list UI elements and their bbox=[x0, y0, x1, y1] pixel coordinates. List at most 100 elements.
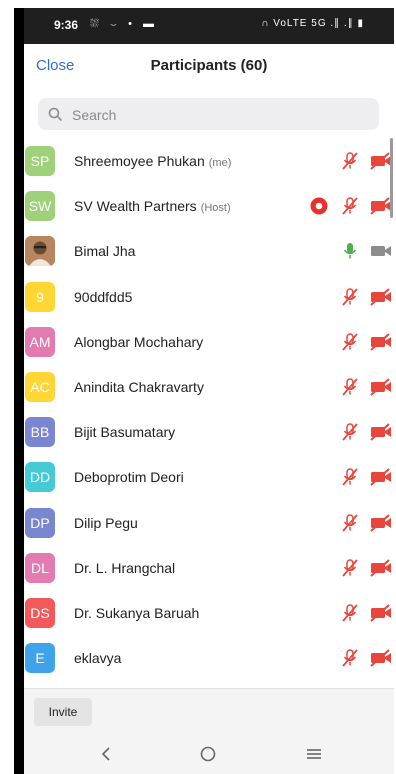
participant-name-wrap: eklavya bbox=[74, 650, 121, 666]
participant-name-wrap: 90ddfdd5 bbox=[74, 289, 132, 305]
avatar-initials: BB bbox=[30, 424, 50, 441]
microphone-muted-icon bbox=[340, 513, 360, 538]
back-icon[interactable] bbox=[96, 744, 116, 767]
avatar-initials: DP bbox=[30, 514, 50, 531]
phone-frame: 9:36 ⛆ ⌣ • ▬ ∩ VoLTE 5G .∥ .∥ ▮ Close Pa… bbox=[14, 8, 394, 774]
video-camera-off-icon bbox=[369, 603, 393, 628]
participant-name-wrap: Dr. Sukanya Baruah bbox=[74, 605, 199, 621]
participant-row[interactable]: Eeklavya bbox=[24, 635, 394, 680]
avatar: BB bbox=[25, 417, 55, 448]
participant-row[interactable]: DD Deboprotim Deori bbox=[24, 454, 394, 499]
avatar: 9 bbox=[25, 281, 55, 312]
participant-role-tag: (me) bbox=[208, 157, 232, 169]
video-camera-off-icon bbox=[369, 648, 393, 673]
avatar-initials: SP bbox=[30, 153, 50, 169]
status-time: 9:36 bbox=[54, 18, 79, 32]
avatar: E bbox=[25, 643, 55, 674]
participant-name: SV Wealth Partners bbox=[74, 198, 197, 215]
search-input[interactable] bbox=[70, 98, 374, 132]
participant-row[interactable]: SP Shreemoyee Phukan (me) bbox=[24, 138, 394, 183]
participant-name: Dr. Sukanya Baruah bbox=[74, 605, 200, 621]
participant-name: Bimal Jha bbox=[74, 243, 136, 260]
participants-header: Close Participants (60) bbox=[24, 44, 394, 88]
recents-icon[interactable] bbox=[304, 744, 324, 767]
avatar-initials: SW bbox=[28, 198, 52, 215]
avatar-initials: 9 bbox=[36, 288, 44, 305]
participant-name-wrap: Deboprotim Deori bbox=[74, 469, 184, 485]
list-scrollbar[interactable] bbox=[390, 138, 393, 218]
participant-row[interactable]: 9 90ddfdd5 bbox=[24, 274, 394, 319]
status-notification-icons: ⛆ ⌣ • ▬ bbox=[90, 18, 159, 30]
participant-row[interactable]: Bimal Jha bbox=[24, 228, 394, 273]
participant-row[interactable]: DL Dr. L. Hrangchal bbox=[24, 545, 394, 590]
avatar bbox=[25, 236, 55, 267]
search-bar[interactable] bbox=[38, 98, 379, 132]
status-system-icons: ∩ VoLTE 5G .∥ .∥ ▮ bbox=[261, 18, 364, 29]
participant-name: Dilip Pegu bbox=[74, 514, 138, 531]
participant-row[interactable]: SW SV Wealth Partners (Host) bbox=[24, 183, 394, 228]
page-title: Participants (60) bbox=[150, 57, 268, 74]
video-camera-off-icon bbox=[369, 332, 393, 357]
avatar: DP bbox=[25, 507, 55, 538]
microphone-muted-icon bbox=[340, 648, 360, 673]
participant-row[interactable]: AM Alongbar Mochahary bbox=[24, 319, 394, 364]
participant-row[interactable] bbox=[24, 680, 394, 688]
home-icon[interactable] bbox=[198, 744, 218, 767]
participant-name-wrap: Bijit Basumatary bbox=[74, 424, 175, 440]
avatar: DL bbox=[25, 552, 55, 583]
video-camera-off-icon bbox=[369, 287, 393, 312]
participant-row[interactable]: BB Bijit Basumatary bbox=[24, 409, 394, 454]
video-camera-off-icon bbox=[369, 422, 393, 447]
microphone-muted-icon bbox=[340, 377, 360, 402]
participant-row[interactable]: DP Dilip Pegu bbox=[24, 500, 394, 545]
bottom-bar: Invite bbox=[24, 688, 394, 737]
participant-name: Anindita Chakravarty bbox=[74, 379, 204, 395]
participant-name-wrap: Bimal Jha bbox=[74, 243, 135, 259]
participant-name: 90ddfdd5 bbox=[74, 288, 133, 305]
participant-name: Bijit Basumatary bbox=[74, 424, 176, 441]
avatar-initials: AM bbox=[29, 333, 51, 350]
microphone-muted-icon bbox=[340, 287, 360, 312]
participant-role-tag: (Host) bbox=[200, 202, 231, 215]
avatar-initials: DD bbox=[29, 469, 51, 486]
participant-name: Dr. L. Hrangchal bbox=[74, 559, 176, 576]
avatar: AC bbox=[25, 372, 55, 402]
participant-name-wrap: Alongbar Mochahary bbox=[74, 334, 203, 350]
participant-name-wrap: Dilip Pegu bbox=[74, 515, 138, 531]
participant-name-wrap: SV Wealth Partners (Host) bbox=[74, 198, 231, 214]
participant-name: Alongbar Mochahary bbox=[74, 333, 204, 350]
participant-name-wrap: Shreemoyee Phukan (me) bbox=[74, 153, 231, 169]
participant-name: Shreemoyee Phukan bbox=[74, 153, 205, 169]
microphone-muted-icon bbox=[340, 196, 360, 221]
video-camera-off-icon bbox=[369, 377, 393, 402]
avatar: AM bbox=[25, 326, 55, 357]
avatar-initials: E bbox=[35, 650, 45, 667]
search-icon bbox=[48, 107, 62, 121]
android-nav-bar bbox=[24, 736, 394, 774]
video-camera-off-icon bbox=[369, 467, 393, 492]
microphone-muted-icon bbox=[340, 603, 360, 628]
avatar: DD bbox=[25, 462, 55, 493]
microphone-muted-icon bbox=[340, 332, 360, 357]
avatar: DS bbox=[25, 598, 55, 628]
avatar-initials: DS bbox=[30, 605, 50, 621]
avatar: SP bbox=[25, 146, 55, 176]
microphone-muted-icon bbox=[340, 467, 360, 492]
invite-button[interactable]: Invite bbox=[34, 698, 92, 726]
avatar-initials: DL bbox=[31, 559, 49, 576]
video-camera-off-icon bbox=[369, 513, 393, 538]
microphone-icon bbox=[340, 241, 360, 266]
microphone-muted-icon bbox=[340, 422, 360, 447]
participants-list[interactable]: SP Shreemoyee Phukan (me) SW SV Wealth Partn… bbox=[24, 130, 394, 688]
participant-name-wrap: Dr. L. Hrangchal bbox=[74, 560, 175, 576]
participant-name-wrap: Anindita Chakravarty bbox=[74, 379, 204, 395]
recording-icon bbox=[310, 197, 328, 220]
participant-name: Deboprotim Deori bbox=[74, 469, 184, 486]
participant-row[interactable]: DS Dr. Sukanya Baruah bbox=[24, 590, 394, 635]
microphone-muted-icon bbox=[340, 151, 360, 176]
screen: 9:36 ⛆ ⌣ • ▬ ∩ VoLTE 5G .∥ .∥ ▮ Close Pa… bbox=[24, 8, 394, 774]
video-camera-off-icon bbox=[369, 558, 393, 583]
microphone-muted-icon bbox=[340, 558, 360, 583]
status-bar: 9:36 ⛆ ⌣ • ▬ ∩ VoLTE 5G .∥ .∥ ▮ bbox=[24, 8, 394, 44]
participant-row[interactable]: AC Anindita Chakravarty bbox=[24, 364, 394, 409]
